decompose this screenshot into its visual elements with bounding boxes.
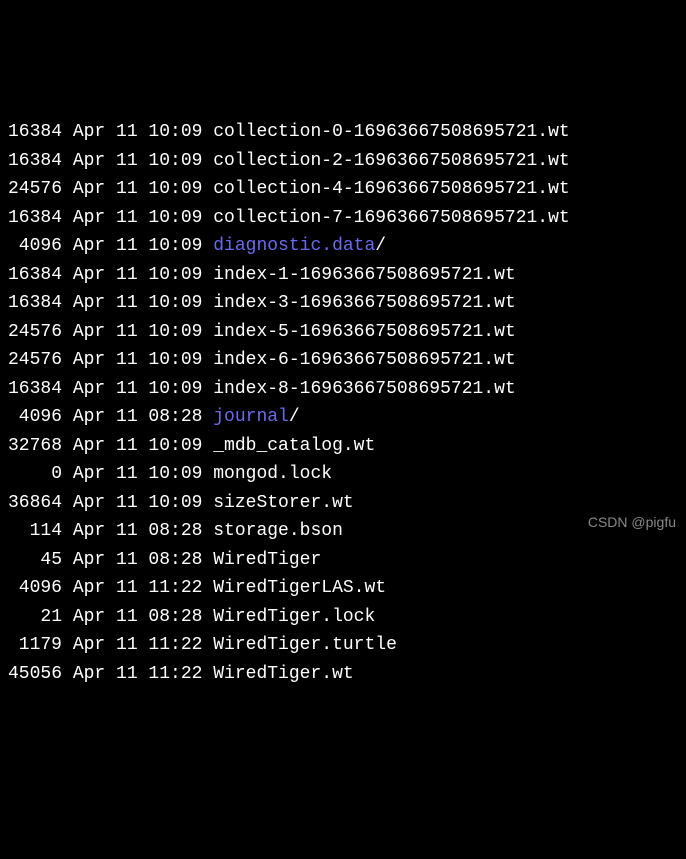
file-name: collection-7-16963667508695721.wt xyxy=(213,204,569,233)
file-date: Apr 11 11:22 xyxy=(73,631,203,660)
file-name: index-5-16963667508695721.wt xyxy=(213,318,515,347)
file-size: 114 xyxy=(8,517,62,546)
file-size: 24576 xyxy=(8,318,62,347)
directory-name: journal xyxy=(213,403,289,432)
file-name: index-1-16963667508695721.wt xyxy=(213,261,515,290)
list-item: 36864 Apr 11 10:09 sizeStorer.wt xyxy=(8,489,678,518)
list-item: 16384 Apr 11 10:09 index-8-1696366750869… xyxy=(8,375,678,404)
file-date: Apr 11 10:09 xyxy=(73,432,203,461)
file-date: Apr 11 11:22 xyxy=(73,660,203,689)
file-name: index-3-16963667508695721.wt xyxy=(213,289,515,318)
file-name: collection-4-16963667508695721.wt xyxy=(213,175,569,204)
file-date: Apr 11 08:28 xyxy=(73,403,203,432)
file-size: 24576 xyxy=(8,346,62,375)
file-date: Apr 11 10:09 xyxy=(73,460,203,489)
watermark: CSDN @pigfu xyxy=(588,508,676,537)
file-date: Apr 11 10:09 xyxy=(73,118,203,147)
file-size: 0 xyxy=(8,460,62,489)
file-date: Apr 11 10:09 xyxy=(73,346,203,375)
file-name: WiredTiger.wt xyxy=(213,660,353,689)
file-listing: 16384 Apr 11 10:09 collection-0-16963667… xyxy=(8,118,678,688)
file-size: 36864 xyxy=(8,489,62,518)
file-size: 16384 xyxy=(8,375,62,404)
file-date: Apr 11 10:09 xyxy=(73,375,203,404)
file-date: Apr 11 10:09 xyxy=(73,261,203,290)
file-size: 16384 xyxy=(8,261,62,290)
dir-suffix: / xyxy=(375,236,386,256)
list-item: 16384 Apr 11 10:09 index-1-1696366750869… xyxy=(8,261,678,290)
file-size: 4096 xyxy=(8,403,62,432)
file-size: 4096 xyxy=(8,574,62,603)
file-name: WiredTiger.lock xyxy=(213,603,375,632)
file-name: collection-2-16963667508695721.wt xyxy=(213,147,569,176)
directory-name: diagnostic.data xyxy=(213,232,375,261)
file-size: 45056 xyxy=(8,660,62,689)
list-item: 21 Apr 11 08:28 WiredTiger.lock xyxy=(8,603,678,632)
file-date: Apr 11 10:09 xyxy=(73,175,203,204)
file-date: Apr 11 10:09 xyxy=(73,289,203,318)
dir-suffix: / xyxy=(289,407,300,427)
list-item: 16384 Apr 11 10:09 index-3-1696366750869… xyxy=(8,289,678,318)
list-item: 32768 Apr 11 10:09 _mdb_catalog.wt xyxy=(8,432,678,461)
file-date: Apr 11 10:09 xyxy=(73,489,203,518)
list-item: 1179 Apr 11 11:22 WiredTiger.turtle xyxy=(8,631,678,660)
file-name: index-6-16963667508695721.wt xyxy=(213,346,515,375)
file-date: Apr 11 08:28 xyxy=(73,546,203,575)
file-date: Apr 11 08:28 xyxy=(73,517,203,546)
file-name: storage.bson xyxy=(213,517,343,546)
list-item: 16384 Apr 11 10:09 collection-2-16963667… xyxy=(8,147,678,176)
file-date: Apr 11 11:22 xyxy=(73,574,203,603)
file-size: 16384 xyxy=(8,204,62,233)
list-item: 24576 Apr 11 10:09 index-6-1696366750869… xyxy=(8,346,678,375)
file-date: Apr 11 08:28 xyxy=(73,603,203,632)
file-size: 16384 xyxy=(8,118,62,147)
file-size: 16384 xyxy=(8,289,62,318)
list-item: 16384 Apr 11 10:09 collection-7-16963667… xyxy=(8,204,678,233)
file-date: Apr 11 10:09 xyxy=(73,318,203,347)
file-name: mongod.lock xyxy=(213,460,332,489)
file-date: Apr 11 10:09 xyxy=(73,147,203,176)
list-item: 24576 Apr 11 10:09 index-5-1696366750869… xyxy=(8,318,678,347)
file-date: Apr 11 10:09 xyxy=(73,232,203,261)
file-name: WiredTiger xyxy=(213,546,321,575)
file-size: 1179 xyxy=(8,631,62,660)
list-item: 24576 Apr 11 10:09 collection-4-16963667… xyxy=(8,175,678,204)
file-date: Apr 11 10:09 xyxy=(73,204,203,233)
list-item: 4096 Apr 11 11:22 WiredTigerLAS.wt xyxy=(8,574,678,603)
list-item: 45 Apr 11 08:28 WiredTiger xyxy=(8,546,678,575)
list-item: 114 Apr 11 08:28 storage.bson xyxy=(8,517,678,546)
list-item: 4096 Apr 11 10:09 diagnostic.data/ xyxy=(8,232,678,261)
list-item: 0 Apr 11 10:09 mongod.lock xyxy=(8,460,678,489)
list-item: 16384 Apr 11 10:09 collection-0-16963667… xyxy=(8,118,678,147)
file-name: WiredTigerLAS.wt xyxy=(213,574,386,603)
list-item: 4096 Apr 11 08:28 journal/ xyxy=(8,403,678,432)
file-size: 4096 xyxy=(8,232,62,261)
list-item: 45056 Apr 11 11:22 WiredTiger.wt xyxy=(8,660,678,689)
file-name: WiredTiger.turtle xyxy=(213,631,397,660)
file-size: 32768 xyxy=(8,432,62,461)
file-name: sizeStorer.wt xyxy=(213,489,353,518)
file-size: 45 xyxy=(8,546,62,575)
file-name: collection-0-16963667508695721.wt xyxy=(213,118,569,147)
file-size: 24576 xyxy=(8,175,62,204)
file-size: 21 xyxy=(8,603,62,632)
file-name: index-8-16963667508695721.wt xyxy=(213,375,515,404)
file-size: 16384 xyxy=(8,147,62,176)
file-name: _mdb_catalog.wt xyxy=(213,432,375,461)
